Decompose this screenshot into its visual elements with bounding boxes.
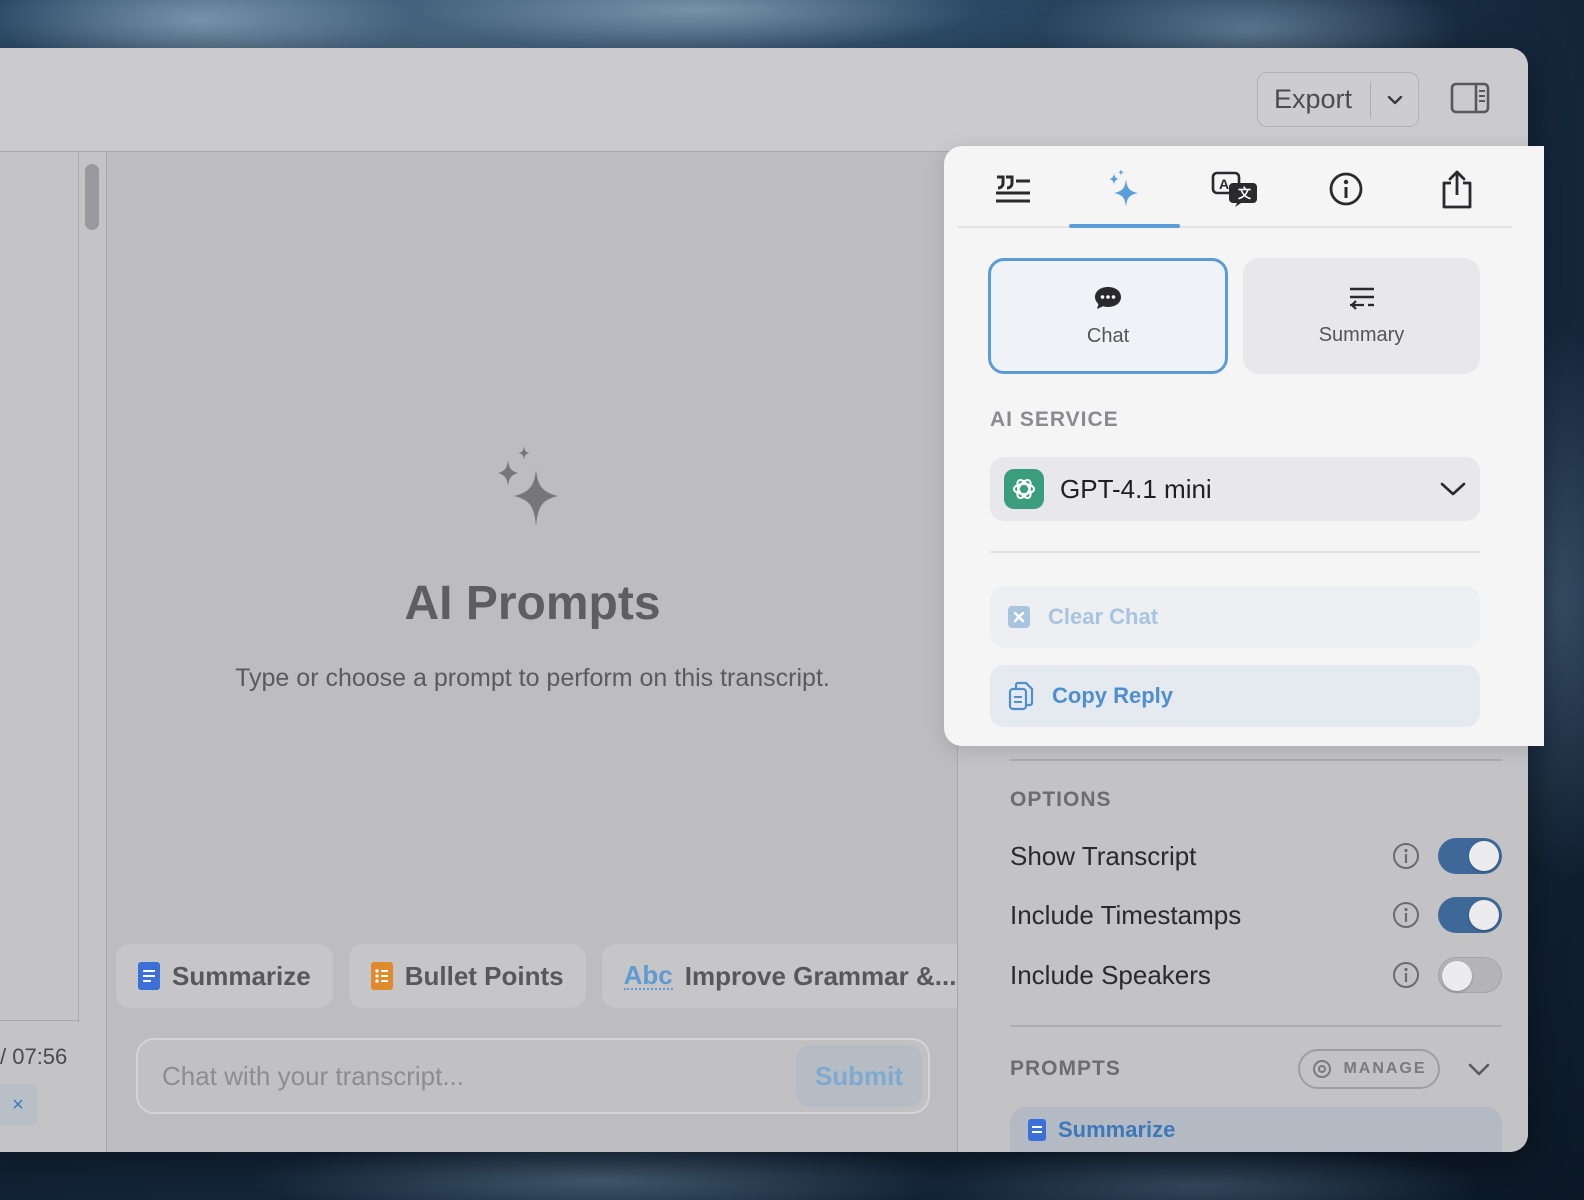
options-section-label: OPTIONS: [1010, 788, 1112, 811]
clear-chat-button[interactable]: Clear Chat: [990, 586, 1480, 648]
info-icon[interactable]: [1392, 961, 1420, 989]
copy-doc-icon: [1008, 681, 1034, 711]
info-icon: [1329, 172, 1363, 206]
option-include-timestamps: Include Timestamps: [1010, 895, 1502, 935]
info-icon[interactable]: [1392, 901, 1420, 929]
export-button[interactable]: Export: [1258, 84, 1370, 115]
blue-doc-icon: [138, 962, 160, 990]
gear-icon: [1313, 1060, 1332, 1078]
title-bar: Export: [0, 48, 1528, 152]
copy-reply-button[interactable]: Copy Reply: [990, 665, 1480, 727]
scrollbar-thumb[interactable]: [85, 164, 99, 230]
mode-summary-button[interactable]: Summary: [1243, 258, 1480, 374]
tab-translate[interactable]: A文: [1180, 152, 1291, 226]
include-speakers-toggle[interactable]: [1438, 957, 1502, 993]
export-button-group[interactable]: Export: [1257, 72, 1419, 127]
svg-text:A: A: [1219, 176, 1229, 192]
chevron-down-icon[interactable]: [1466, 1056, 1492, 1082]
chat-input-box: Submit: [136, 1038, 930, 1114]
summary-lines-icon: [1349, 287, 1374, 310]
option-label: Include Timestamps: [1010, 899, 1242, 930]
page-subtitle: Type or choose a prompt to perform on th…: [235, 664, 830, 692]
abc-spellcheck-icon: Abc: [623, 960, 673, 990]
playback-time: / 07:56: [0, 1044, 68, 1069]
include-timestamps-toggle[interactable]: [1438, 897, 1502, 933]
chat-bubble-icon: [1095, 286, 1121, 309]
sparkle-icon: [1109, 169, 1139, 207]
player-divider: [0, 1020, 78, 1021]
translate-icon: A文: [1211, 171, 1257, 207]
chip-bullet-points[interactable]: Bullet Points: [348, 944, 586, 1008]
svg-text:文: 文: [1238, 186, 1252, 201]
panel-tabs: A文: [958, 152, 1512, 228]
submit-button[interactable]: Submit: [796, 1045, 922, 1107]
chip-label: Summarize: [172, 960, 311, 991]
blue-doc-icon: [1028, 1118, 1046, 1141]
chip-label: Bullet Points: [404, 960, 564, 991]
mode-label: Chat: [1086, 324, 1130, 347]
openai-logo-icon: [1004, 469, 1044, 509]
ai-service-value: GPT-4.1 mini: [1060, 473, 1212, 504]
option-label: Include Speakers: [1010, 959, 1211, 990]
option-label: Show Transcript: [1010, 840, 1197, 871]
tab-ai[interactable]: [1068, 152, 1180, 228]
tab-transcript[interactable]: [958, 152, 1069, 226]
column-divider: [78, 152, 79, 1022]
prompt-chips: Summarize Bullet Points Abc Improve Gram…: [116, 944, 979, 1008]
ai-settings-popover: A文 Chat Summary AI SERVICE GPT-4.1 mini …: [944, 146, 1544, 746]
tab-share[interactable]: [1401, 152, 1512, 226]
prompt-label: Summarize: [1058, 1116, 1176, 1142]
tab-info[interactable]: [1290, 152, 1401, 226]
show-transcript-toggle[interactable]: [1438, 838, 1502, 874]
chevron-down-icon[interactable]: [1371, 94, 1418, 106]
chip-improve-grammar[interactable]: Abc Improve Grammar &...: [601, 944, 979, 1008]
clear-x-icon: [1008, 606, 1030, 628]
info-icon[interactable]: [1392, 842, 1420, 870]
chat-input[interactable]: [162, 1060, 796, 1092]
prompts-section-label: PROMPTS: [1010, 1057, 1121, 1080]
sidebar-toggle-icon[interactable]: [1450, 82, 1490, 114]
ai-service-label: AI SERVICE: [990, 408, 1119, 431]
share-icon: [1442, 170, 1471, 209]
transcript-column: / 07:56 ×: [0, 152, 107, 1152]
copy-reply-label: Copy Reply: [1052, 683, 1174, 708]
prompts-divider: [1010, 1025, 1502, 1027]
chevron-down-icon: [1440, 482, 1466, 496]
chip-label: Improve Grammar &...: [684, 960, 957, 991]
mode-chat-button[interactable]: Chat: [988, 258, 1228, 374]
chip-summarize[interactable]: Summarize: [116, 944, 333, 1008]
transcript-quote-icon: [996, 175, 1031, 203]
prompt-item-summarize[interactable]: Summarize: [1010, 1107, 1502, 1152]
close-icon[interactable]: ×: [0, 1084, 38, 1126]
manage-prompts-button[interactable]: MANAGE: [1298, 1049, 1440, 1089]
page-title: AI Prompts: [404, 577, 661, 630]
option-show-transcript: Show Transcript: [1010, 836, 1502, 876]
manage-label: MANAGE: [1343, 1060, 1427, 1077]
ai-prompts-area: AI Prompts Type or choose a prompt to pe…: [108, 152, 979, 1152]
mode-label: Summary: [1318, 323, 1405, 346]
sparkle-icon: [492, 446, 564, 532]
orange-list-icon: [370, 962, 393, 990]
ai-service-select[interactable]: GPT-4.1 mini: [990, 457, 1480, 521]
options-divider: [1010, 759, 1502, 761]
clear-chat-label: Clear Chat: [1048, 604, 1159, 629]
option-include-speakers: Include Speakers: [1010, 955, 1502, 995]
popover-divider: [990, 551, 1480, 553]
